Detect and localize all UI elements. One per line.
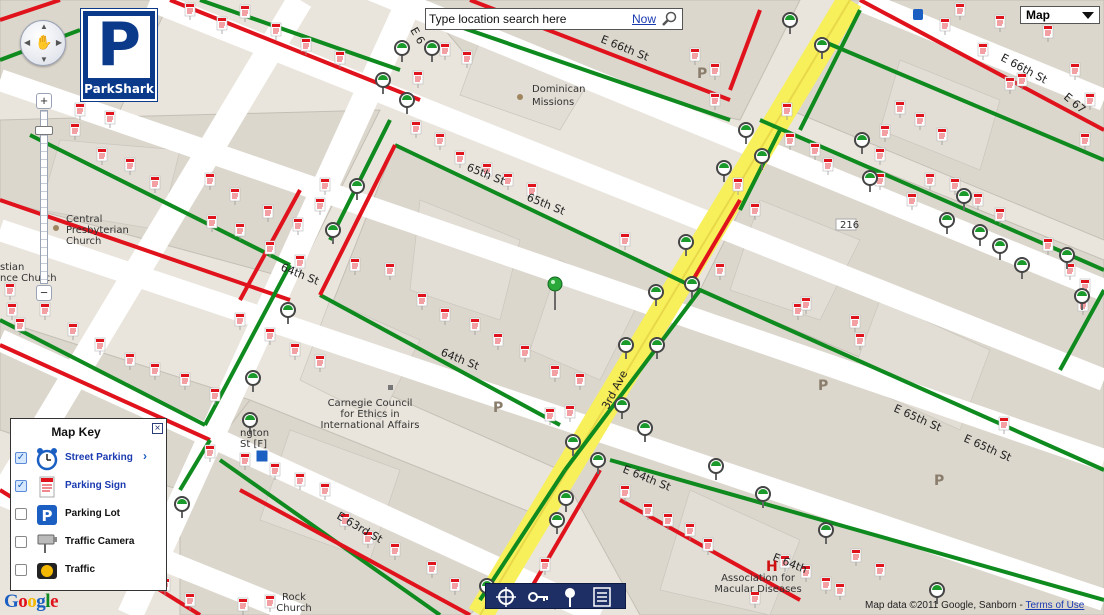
map-toolbar — [485, 583, 626, 609]
pan-right-icon[interactable]: ▶ — [56, 38, 62, 47]
poi-macular-diseases: Association for Macular Diseases — [714, 573, 801, 595]
parking-sign-marker[interactable] — [410, 120, 422, 139]
parking-p-marker-1: P — [697, 66, 707, 82]
poi-carnegie-council: Carnegie Council for Ethics in Internation… — [321, 398, 420, 431]
subway-icon-top — [913, 9, 923, 20]
location-search-box: Now — [425, 8, 683, 30]
traffic-camera-icon — [37, 534, 57, 553]
parking-sign-marker[interactable] — [289, 342, 301, 361]
parking-meter-marker[interactable] — [244, 369, 262, 393]
key-row-traffic[interactable]: Traffic — [11, 557, 168, 585]
zoom-slider-thumb[interactable] — [35, 126, 53, 135]
parking-sign-marker[interactable] — [439, 42, 451, 61]
parking-sign-marker[interactable] — [67, 322, 79, 341]
subway-icon — [255, 449, 269, 463]
poi-lexington-line: St [F] — [240, 439, 267, 450]
key-row-traffic-camera[interactable]: Traffic Camera — [11, 529, 168, 557]
parking-meter-marker[interactable] — [423, 39, 441, 63]
key-row-parking-lot[interactable]: P Parking Lot — [11, 501, 168, 529]
route-shield-label: 216 — [840, 220, 859, 231]
zoom-in-button[interactable]: + — [36, 93, 52, 109]
key-row-street-parking[interactable]: ✓ Street Parking › — [11, 445, 168, 473]
parking-meter-marker[interactable] — [557, 489, 575, 513]
zoom-slider-track[interactable] — [40, 110, 48, 284]
alarm-clock-icon — [36, 448, 58, 471]
parking-p-marker-3: P — [493, 400, 503, 416]
svg-text:P: P — [42, 507, 53, 525]
parking-p-marker-2: P — [818, 378, 828, 394]
zoom-out-button[interactable]: − — [36, 285, 52, 301]
street-parking-checkbox[interactable]: ✓ — [15, 452, 27, 464]
parking-sign-marker[interactable] — [412, 70, 424, 89]
crosshair-icon[interactable] — [494, 586, 518, 608]
pan-control[interactable]: ▲ ▼ ◀ ▶ ✋ — [20, 20, 66, 66]
parking-sign-marker[interactable] — [874, 147, 886, 166]
key-row-parking-sign[interactable]: ✓ Parking Sign — [11, 473, 168, 501]
parking-sign-marker[interactable] — [234, 312, 246, 331]
parking-sign-marker[interactable] — [454, 150, 466, 169]
parking-sign-marker[interactable] — [619, 232, 631, 251]
map-type-value: Map — [1026, 8, 1050, 22]
parking-meter-marker[interactable] — [324, 221, 342, 245]
logo-letter: P — [97, 10, 141, 80]
chevron-down-icon — [1082, 12, 1094, 19]
terms-of-use-link[interactable]: Terms of Use — [1025, 600, 1084, 611]
map-copyright: Map data ©2011 Google, Sanborn - Terms o… — [865, 600, 1084, 611]
chevron-right-icon[interactable]: › — [143, 449, 147, 463]
parking-lot-checkbox[interactable] — [15, 508, 27, 520]
street-parking-label: Street Parking — [65, 452, 133, 463]
traffic-camera-label: Traffic Camera — [65, 536, 135, 547]
parking-sign-marker[interactable] — [6, 302, 18, 321]
parking-p-marker-4: P — [934, 473, 944, 489]
parking-sign-marker[interactable] — [434, 132, 446, 151]
parking-sign-marker[interactable] — [39, 302, 51, 321]
google-logo[interactable]: Google — [4, 591, 58, 613]
search-icon[interactable] — [661, 11, 679, 27]
traffic-camera-checkbox[interactable] — [15, 536, 27, 548]
close-icon[interactable]: × — [152, 423, 163, 434]
pan-down-icon[interactable]: ▼ — [40, 55, 48, 64]
poi-christian-science-church: stian nce Church — [0, 262, 57, 284]
map-type-select[interactable]: Map — [1020, 6, 1100, 24]
poi-dot-icon — [388, 385, 393, 390]
logo-brand-name: ParkShark — [84, 82, 154, 96]
traffic-light-icon — [37, 563, 57, 579]
church-icon — [517, 94, 523, 100]
parking-lot-label: Parking Lot — [65, 508, 121, 519]
pan-left-icon[interactable]: ◀ — [24, 38, 30, 47]
now-link[interactable]: Now — [632, 12, 656, 26]
list-icon[interactable] — [590, 586, 614, 608]
church-icon-2 — [53, 225, 59, 231]
hospital-marker: H — [766, 559, 778, 575]
pin-icon[interactable] — [558, 586, 582, 608]
copyright-text: Map data ©2011 Google, Sanborn - — [865, 600, 1026, 611]
map-key-title: Map Key — [51, 425, 101, 439]
parking-lot-icon: P — [37, 505, 57, 525]
traffic-label: Traffic — [65, 564, 96, 575]
parking-sign-label: Parking Sign — [65, 480, 127, 491]
key-icon[interactable] — [526, 586, 550, 608]
parking-sign-marker[interactable] — [4, 282, 16, 301]
parking-meter-marker[interactable] — [853, 131, 871, 155]
location-search-input[interactable] — [429, 11, 625, 27]
parking-sign-marker[interactable] — [972, 192, 984, 211]
traffic-checkbox[interactable] — [15, 564, 27, 576]
hand-icon[interactable]: ✋ — [35, 34, 52, 51]
parking-sign-marker[interactable] — [924, 172, 936, 191]
pan-up-icon[interactable]: ▲ — [40, 22, 48, 31]
parkshark-logo[interactable]: P ParkShark — [81, 9, 157, 101]
poi-lexington-station: ngton — [240, 428, 269, 439]
parking-sign-icon — [39, 476, 55, 498]
map-key-panel: Map Key × ✓ Street Parking › ✓ Parking S… — [10, 418, 167, 591]
parking-sign-marker[interactable] — [239, 4, 251, 23]
parking-sign-checkbox[interactable]: ✓ — [15, 480, 27, 492]
